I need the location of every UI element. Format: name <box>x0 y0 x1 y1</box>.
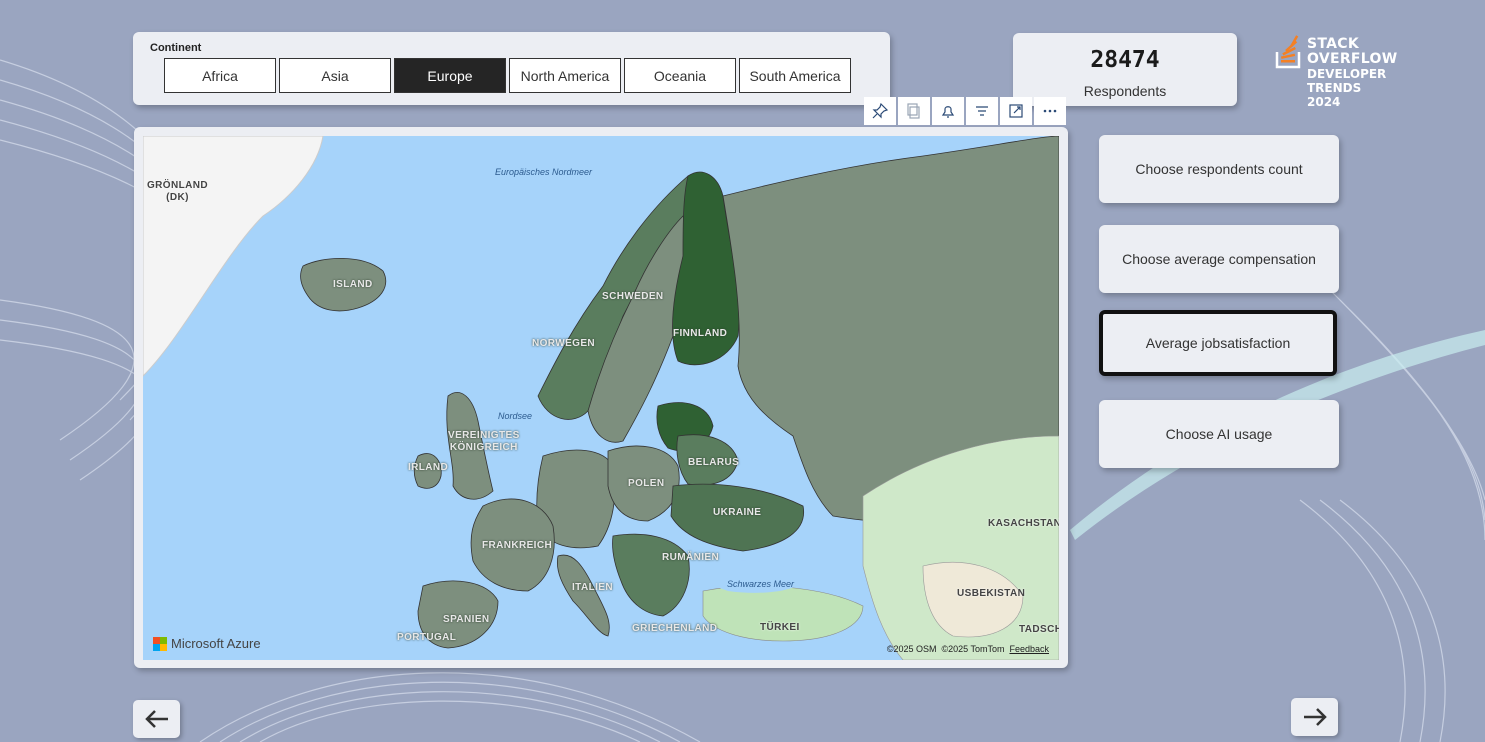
label-polen: POLEN <box>628 478 665 489</box>
filter-icon[interactable] <box>966 97 998 125</box>
continent-slicer: Continent Africa Asia Europe North Ameri… <box>133 32 890 105</box>
label-usbekistan: USBEKISTAN <box>957 588 1026 599</box>
average-jobsatisfaction-button[interactable]: Average jobsatisfaction <box>1099 310 1337 376</box>
continent-option-oceania[interactable]: Oceania <box>624 58 736 93</box>
label-finnland: FINNLAND <box>673 328 728 339</box>
greenland-land <box>143 136 324 377</box>
kpi-value: 28474 <box>1090 47 1160 73</box>
back-button[interactable] <box>133 700 180 738</box>
label-island: ISLAND <box>333 279 373 290</box>
choose-average-compensation-button[interactable]: Choose average compensation <box>1099 225 1339 293</box>
label-frankreich: FRANKREICH <box>482 540 553 551</box>
copyright-osm: ©2025 OSM <box>886 644 937 654</box>
label-spanien: SPANIEN <box>443 614 490 625</box>
choose-ai-usage-button[interactable]: Choose AI usage <box>1099 400 1339 468</box>
map-visual-card: GRÖNLAND (DK) ISLAND SCHWEDEN NORWEGEN F… <box>134 127 1068 668</box>
label-schwarzes-meer: Schwarzes Meer <box>727 579 795 589</box>
label-kasachstan: KASACHSTAN <box>988 518 1059 529</box>
continent-option-north-america[interactable]: North America <box>509 58 621 93</box>
pin-icon[interactable] <box>864 97 896 125</box>
logo-line-year: 2024 <box>1307 95 1341 109</box>
more-options-icon[interactable] <box>1034 97 1066 125</box>
label-ukraine: UKRAINE <box>713 507 762 518</box>
bell-icon[interactable] <box>932 97 964 125</box>
continent-option-asia[interactable]: Asia <box>279 58 391 93</box>
logo-line-stack: STACK <box>1307 36 1360 52</box>
label-portugal: PORTUGAL <box>397 632 457 643</box>
label-belarus: BELARUS <box>688 457 740 468</box>
respondents-kpi-card: 28474 Respondents <box>1013 33 1237 106</box>
slicer-title: Continent <box>150 42 202 54</box>
label-griechenland: GRIECHENLAND <box>632 623 718 634</box>
stack-overflow-logo-icon <box>1275 35 1301 69</box>
continent-option-south-america[interactable]: South America <box>739 58 851 93</box>
label-rumaenien: RUMÄNIEN <box>662 552 720 563</box>
label-schweden: SCHWEDEN <box>602 291 664 302</box>
label-norwegen: NORWEGEN <box>532 338 596 349</box>
focus-mode-icon[interactable] <box>1000 97 1032 125</box>
italy-shape <box>556 554 610 637</box>
label-nordsee: Nordsee <box>498 411 533 421</box>
slicer-options: Africa Asia Europe North America Oceania… <box>164 58 851 93</box>
map-attribution: ©2025 OSM ©2025 TomTom Feedback <box>887 644 1049 654</box>
next-button[interactable] <box>1291 698 1338 736</box>
europe-map[interactable]: GRÖNLAND (DK) ISLAND SCHWEDEN NORWEGEN F… <box>143 136 1059 660</box>
label-europaeisches-nordmeer: Europäisches Nordmeer <box>495 167 593 177</box>
copyright-tomtom: ©2025 TomTom <box>941 644 1005 654</box>
copy-icon[interactable] <box>898 97 930 125</box>
continent-option-europe[interactable]: Europe <box>394 58 506 93</box>
logo-line-developer: DEVELOPER <box>1307 67 1387 81</box>
logo-text: STACK OVERFLOW DEVELOPER TRENDS 2024 <box>1307 36 1398 110</box>
label-tadsch: TADSCH <box>1019 624 1059 635</box>
label-italien: ITALIEN <box>572 582 613 593</box>
logo-line-trends: TRENDS <box>1307 81 1362 95</box>
stack-overflow-logo: STACK OVERFLOW DEVELOPER TRENDS 2024 <box>1275 34 1415 114</box>
label-tuerkei: TÜRKEI <box>760 622 800 633</box>
logo-line-overflow: OVERFLOW <box>1307 51 1398 67</box>
microsoft-logo-icon <box>153 636 167 651</box>
label-groenland: GRÖNLAND (DK) <box>147 180 208 203</box>
choose-respondents-count-button[interactable]: Choose respondents count <box>1099 135 1339 203</box>
arrow-right-icon <box>1303 708 1327 726</box>
microsoft-azure-brand: Microsoft Azure <box>153 636 261 651</box>
continent-option-africa[interactable]: Africa <box>164 58 276 93</box>
label-vereinigtes-koenigreich: VEREINIGTES KÖNIGREICH <box>448 430 520 453</box>
arrow-left-icon <box>144 710 168 728</box>
label-irland: IRLAND <box>408 462 449 473</box>
brand-text: Microsoft Azure <box>171 636 261 651</box>
balkans-shape <box>612 533 690 617</box>
visual-header-toolbar <box>864 97 1066 125</box>
feedback-link[interactable]: Feedback <box>1009 644 1049 654</box>
